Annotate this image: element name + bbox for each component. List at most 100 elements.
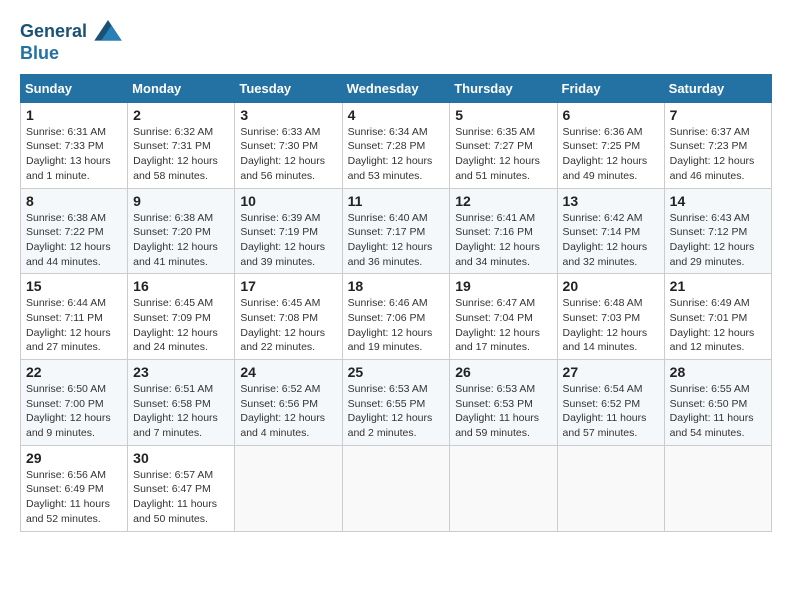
calendar-cell: 23 Sunrise: 6:51 AM Sunset: 6:58 PM Dayl… [128,360,235,446]
calendar-cell: 7 Sunrise: 6:37 AM Sunset: 7:23 PM Dayli… [664,102,771,188]
calendar-body: 1 Sunrise: 6:31 AM Sunset: 7:33 PM Dayli… [21,102,772,531]
day-number: 1 [26,107,122,123]
calendar-cell: 2 Sunrise: 6:32 AM Sunset: 7:31 PM Dayli… [128,102,235,188]
calendar-cell: 10 Sunrise: 6:39 AM Sunset: 7:19 PM Dayl… [235,188,342,274]
day-header-thursday: Thursday [450,74,557,102]
day-info: Sunrise: 6:52 AM Sunset: 6:56 PM Dayligh… [240,382,336,441]
calendar-cell: 3 Sunrise: 6:33 AM Sunset: 7:30 PM Dayli… [235,102,342,188]
day-info: Sunrise: 6:57 AM Sunset: 6:47 PM Dayligh… [133,468,229,527]
day-number: 7 [670,107,766,123]
calendar-cell: 14 Sunrise: 6:43 AM Sunset: 7:12 PM Dayl… [664,188,771,274]
page-header: General Blue [20,20,772,64]
calendar-week-row: 8 Sunrise: 6:38 AM Sunset: 7:22 PM Dayli… [21,188,772,274]
day-number: 3 [240,107,336,123]
day-info: Sunrise: 6:40 AM Sunset: 7:17 PM Dayligh… [348,211,445,270]
day-info: Sunrise: 6:33 AM Sunset: 7:30 PM Dayligh… [240,125,336,184]
day-number: 4 [348,107,445,123]
day-number: 30 [133,450,229,466]
day-info: Sunrise: 6:41 AM Sunset: 7:16 PM Dayligh… [455,211,551,270]
logo-text: General [20,20,122,44]
day-number: 21 [670,278,766,294]
day-header-monday: Monday [128,74,235,102]
calendar-cell: 4 Sunrise: 6:34 AM Sunset: 7:28 PM Dayli… [342,102,450,188]
calendar-cell: 20 Sunrise: 6:48 AM Sunset: 7:03 PM Dayl… [557,274,664,360]
day-number: 29 [26,450,122,466]
day-info: Sunrise: 6:50 AM Sunset: 7:00 PM Dayligh… [26,382,122,441]
day-number: 8 [26,193,122,209]
calendar-cell: 17 Sunrise: 6:45 AM Sunset: 7:08 PM Dayl… [235,274,342,360]
calendar-cell: 12 Sunrise: 6:41 AM Sunset: 7:16 PM Dayl… [450,188,557,274]
day-info: Sunrise: 6:39 AM Sunset: 7:19 PM Dayligh… [240,211,336,270]
calendar-cell [235,445,342,531]
day-number: 9 [133,193,229,209]
day-info: Sunrise: 6:31 AM Sunset: 7:33 PM Dayligh… [26,125,122,184]
day-number: 14 [670,193,766,209]
day-info: Sunrise: 6:53 AM Sunset: 6:55 PM Dayligh… [348,382,445,441]
day-number: 13 [563,193,659,209]
calendar-week-row: 29 Sunrise: 6:56 AM Sunset: 6:49 PM Dayl… [21,445,772,531]
day-number: 15 [26,278,122,294]
calendar-cell [342,445,450,531]
calendar-week-row: 1 Sunrise: 6:31 AM Sunset: 7:33 PM Dayli… [21,102,772,188]
calendar-cell: 28 Sunrise: 6:55 AM Sunset: 6:50 PM Dayl… [664,360,771,446]
day-number: 24 [240,364,336,380]
day-info: Sunrise: 6:51 AM Sunset: 6:58 PM Dayligh… [133,382,229,441]
calendar-header-row: SundayMondayTuesdayWednesdayThursdayFrid… [21,74,772,102]
calendar-cell: 26 Sunrise: 6:53 AM Sunset: 6:53 PM Dayl… [450,360,557,446]
calendar-cell: 13 Sunrise: 6:42 AM Sunset: 7:14 PM Dayl… [557,188,664,274]
day-number: 11 [348,193,445,209]
calendar-cell: 18 Sunrise: 6:46 AM Sunset: 7:06 PM Dayl… [342,274,450,360]
calendar-cell: 27 Sunrise: 6:54 AM Sunset: 6:52 PM Dayl… [557,360,664,446]
calendar-cell: 22 Sunrise: 6:50 AM Sunset: 7:00 PM Dayl… [21,360,128,446]
day-info: Sunrise: 6:43 AM Sunset: 7:12 PM Dayligh… [670,211,766,270]
day-info: Sunrise: 6:48 AM Sunset: 7:03 PM Dayligh… [563,296,659,355]
day-number: 12 [455,193,551,209]
day-info: Sunrise: 6:47 AM Sunset: 7:04 PM Dayligh… [455,296,551,355]
day-info: Sunrise: 6:54 AM Sunset: 6:52 PM Dayligh… [563,382,659,441]
calendar-cell: 15 Sunrise: 6:44 AM Sunset: 7:11 PM Dayl… [21,274,128,360]
calendar-cell: 8 Sunrise: 6:38 AM Sunset: 7:22 PM Dayli… [21,188,128,274]
day-number: 2 [133,107,229,123]
day-info: Sunrise: 6:49 AM Sunset: 7:01 PM Dayligh… [670,296,766,355]
day-info: Sunrise: 6:37 AM Sunset: 7:23 PM Dayligh… [670,125,766,184]
day-number: 20 [563,278,659,294]
calendar-cell: 29 Sunrise: 6:56 AM Sunset: 6:49 PM Dayl… [21,445,128,531]
calendar-cell: 6 Sunrise: 6:36 AM Sunset: 7:25 PM Dayli… [557,102,664,188]
day-info: Sunrise: 6:34 AM Sunset: 7:28 PM Dayligh… [348,125,445,184]
calendar-cell: 11 Sunrise: 6:40 AM Sunset: 7:17 PM Dayl… [342,188,450,274]
logo-blue: Blue [20,44,122,64]
day-info: Sunrise: 6:36 AM Sunset: 7:25 PM Dayligh… [563,125,659,184]
day-header-sunday: Sunday [21,74,128,102]
logo: General Blue [20,20,122,64]
day-header-tuesday: Tuesday [235,74,342,102]
calendar-cell: 21 Sunrise: 6:49 AM Sunset: 7:01 PM Dayl… [664,274,771,360]
day-number: 23 [133,364,229,380]
calendar-cell: 1 Sunrise: 6:31 AM Sunset: 7:33 PM Dayli… [21,102,128,188]
day-number: 28 [670,364,766,380]
day-header-saturday: Saturday [664,74,771,102]
day-number: 19 [455,278,551,294]
day-header-wednesday: Wednesday [342,74,450,102]
day-info: Sunrise: 6:38 AM Sunset: 7:22 PM Dayligh… [26,211,122,270]
day-info: Sunrise: 6:45 AM Sunset: 7:08 PM Dayligh… [240,296,336,355]
day-info: Sunrise: 6:32 AM Sunset: 7:31 PM Dayligh… [133,125,229,184]
calendar-table: SundayMondayTuesdayWednesdayThursdayFrid… [20,74,772,532]
day-info: Sunrise: 6:35 AM Sunset: 7:27 PM Dayligh… [455,125,551,184]
calendar-cell [450,445,557,531]
calendar-cell: 30 Sunrise: 6:57 AM Sunset: 6:47 PM Dayl… [128,445,235,531]
calendar-week-row: 15 Sunrise: 6:44 AM Sunset: 7:11 PM Dayl… [21,274,772,360]
day-info: Sunrise: 6:46 AM Sunset: 7:06 PM Dayligh… [348,296,445,355]
day-number: 6 [563,107,659,123]
calendar-cell [664,445,771,531]
day-header-friday: Friday [557,74,664,102]
calendar-cell: 24 Sunrise: 6:52 AM Sunset: 6:56 PM Dayl… [235,360,342,446]
day-info: Sunrise: 6:56 AM Sunset: 6:49 PM Dayligh… [26,468,122,527]
day-info: Sunrise: 6:53 AM Sunset: 6:53 PM Dayligh… [455,382,551,441]
day-number: 27 [563,364,659,380]
calendar-cell: 16 Sunrise: 6:45 AM Sunset: 7:09 PM Dayl… [128,274,235,360]
day-info: Sunrise: 6:44 AM Sunset: 7:11 PM Dayligh… [26,296,122,355]
day-number: 25 [348,364,445,380]
day-info: Sunrise: 6:45 AM Sunset: 7:09 PM Dayligh… [133,296,229,355]
day-info: Sunrise: 6:38 AM Sunset: 7:20 PM Dayligh… [133,211,229,270]
day-info: Sunrise: 6:55 AM Sunset: 6:50 PM Dayligh… [670,382,766,441]
